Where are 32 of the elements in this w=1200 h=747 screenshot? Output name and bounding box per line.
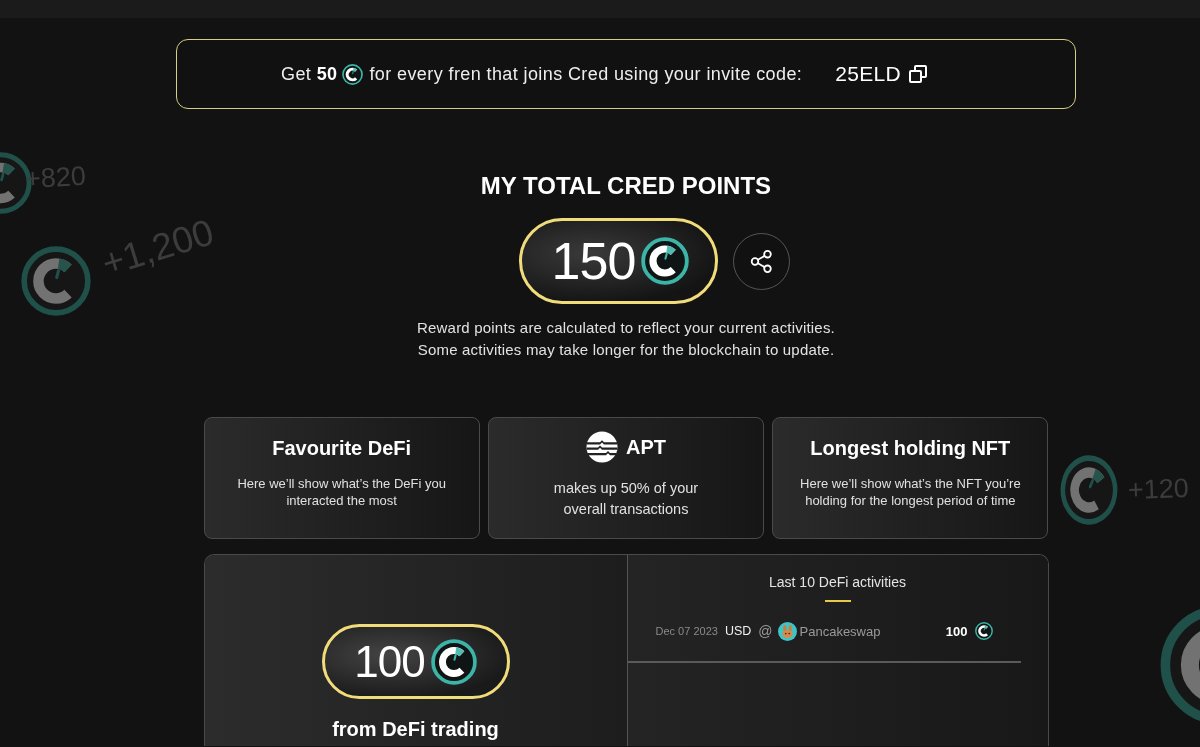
activity-points: 100 xyxy=(945,623,968,639)
coin-icon xyxy=(641,237,690,285)
defi-points: 100 xyxy=(354,639,425,684)
activity-separator: @ xyxy=(758,623,773,639)
section-title: MY TOTAL CRED POINTS xyxy=(480,172,772,200)
points-note: Reward points are calculated to reflect your current activities. xyxy=(417,318,835,338)
card-description: Here we’ll show what’s the NFT you’re holding for the longest period of time xyxy=(799,475,1022,509)
copy-button[interactable] xyxy=(909,65,927,83)
activity-date: Dec 07 2023 xyxy=(655,625,718,637)
copy-icon xyxy=(909,65,927,83)
token-name: APT xyxy=(626,435,666,459)
activity-token: USD xyxy=(724,624,752,638)
invite-code: 25ELD xyxy=(835,62,901,86)
points-note: Some activities may take longer for the blockchain to update. xyxy=(417,340,835,360)
share-button[interactable] xyxy=(733,232,790,290)
defi-caption: from DeFi trading xyxy=(332,717,499,741)
invite-text: for every fren that joins Cred using your invite code: xyxy=(369,63,803,85)
coin-icon xyxy=(974,622,993,640)
share-icon xyxy=(749,248,774,274)
points-total: 150 xyxy=(551,235,636,287)
card-description: Here we’ll show what’s the DeFi you interacted the most xyxy=(236,475,447,509)
card-title: Favourite DeFi xyxy=(272,436,412,460)
coin-icon xyxy=(430,638,477,685)
coin-icon xyxy=(21,246,91,316)
card-description: makes up 50% of your overall transactions xyxy=(552,479,700,519)
token-icon xyxy=(586,431,618,463)
invite-text: Get 50 xyxy=(281,63,338,85)
coin-icon xyxy=(342,63,364,85)
card-title: Longest holding NFT xyxy=(810,436,1011,460)
activity-platform: Pancakeswap xyxy=(799,623,881,639)
activities-title: Last 10 DeFi activities xyxy=(769,573,906,592)
platform-icon xyxy=(777,621,797,641)
